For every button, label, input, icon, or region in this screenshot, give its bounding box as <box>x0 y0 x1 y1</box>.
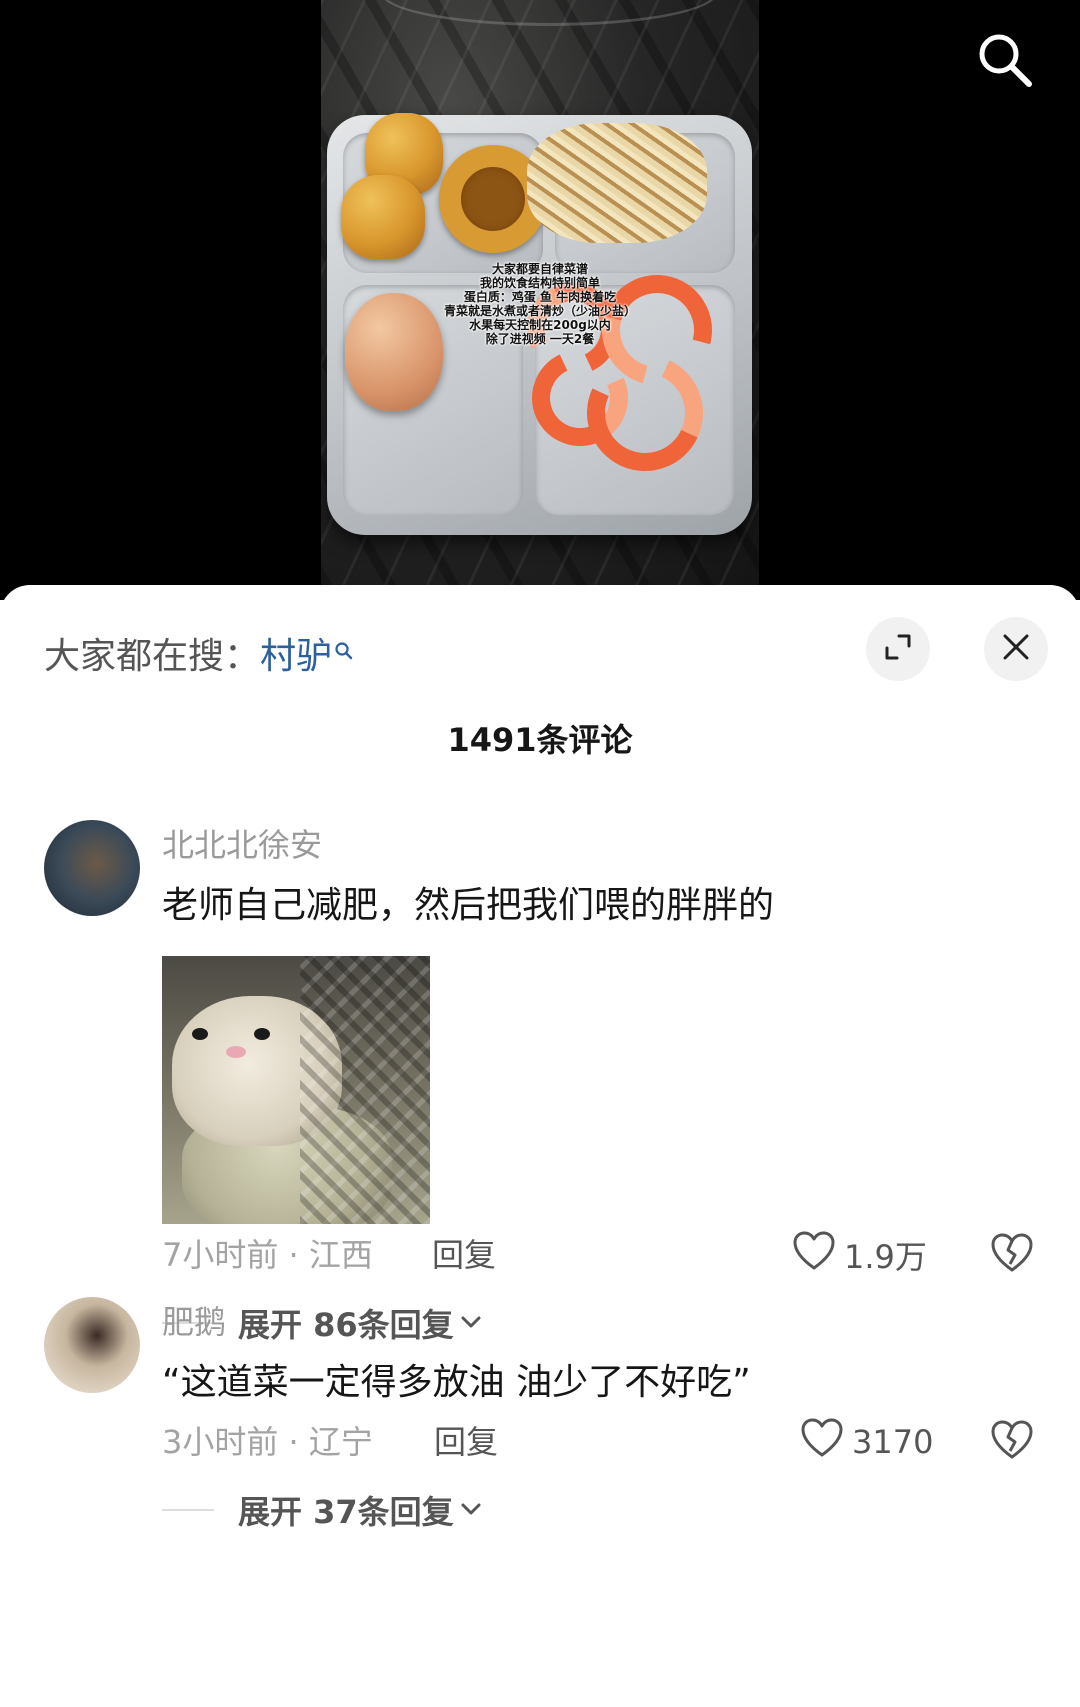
search-icon[interactable] <box>975 30 1035 90</box>
expand-icon <box>883 632 913 666</box>
reply-button[interactable]: 回复 <box>432 1230 496 1276</box>
chevron-down-icon <box>460 1501 482 1520</box>
expand-replies[interactable]: 展开 37条回复 <box>162 1487 482 1533</box>
comment-meta: 7小时前 · 江西 <box>162 1236 373 1274</box>
expand-button[interactable] <box>866 617 930 681</box>
close-icon <box>1002 633 1030 665</box>
comment-text: 老师自己减肥，然后把我们喂的胖胖的 <box>162 885 775 926</box>
video-frame: 大家都要自律菜谱 我的饮食结构特别简单 蛋白质：鸡蛋 鱼 牛肉换着吃 青菜就是水… <box>321 0 759 585</box>
comment-panel: 大家都在搜：村驴 1491条评论 北北北徐安 老师自己减肥，然后把我们喂的胖胖的 <box>0 585 1080 1707</box>
comment-username[interactable]: 肥鹅 <box>162 1297 226 1343</box>
chevron-down-icon <box>460 1314 482 1333</box>
heart-outline-icon <box>792 1230 836 1280</box>
comment-count: 1491条评论 <box>447 721 633 759</box>
comment-username[interactable]: 北北北徐安 <box>162 820 322 866</box>
like-button[interactable]: 1.9万 <box>792 1230 927 1280</box>
trending-search[interactable]: 大家都在搜：村驴 <box>44 627 354 679</box>
reply-button[interactable]: 回复 <box>434 1417 498 1463</box>
like-button[interactable]: 3170 <box>800 1417 933 1467</box>
heart-outline-icon <box>800 1417 844 1467</box>
close-button[interactable] <box>984 617 1048 681</box>
avatar[interactable] <box>44 1297 140 1393</box>
comment-meta: 3小时前 · 辽宁 <box>162 1423 373 1461</box>
search-icon <box>334 629 354 670</box>
video-caption: 大家都要自律菜谱 我的饮食结构特别简单 蛋白质：鸡蛋 鱼 牛肉换着吃 青菜就是水… <box>443 262 636 346</box>
trending-keyword[interactable]: 村驴 <box>260 636 332 677</box>
like-count: 3170 <box>852 1423 934 1461</box>
like-count: 1.9万 <box>844 1238 927 1276</box>
broken-heart-icon[interactable] <box>990 1232 1034 1276</box>
broken-heart-icon[interactable] <box>990 1419 1034 1463</box>
video-player[interactable]: 大家都要自律菜谱 我的饮食结构特别简单 蛋白质：鸡蛋 鱼 牛肉换着吃 青菜就是水… <box>0 0 1080 600</box>
comment-text: “这道菜一定得多放油 油少了不好吃” <box>162 1362 751 1403</box>
avatar[interactable] <box>44 820 140 916</box>
comment-image[interactable] <box>162 956 430 1224</box>
